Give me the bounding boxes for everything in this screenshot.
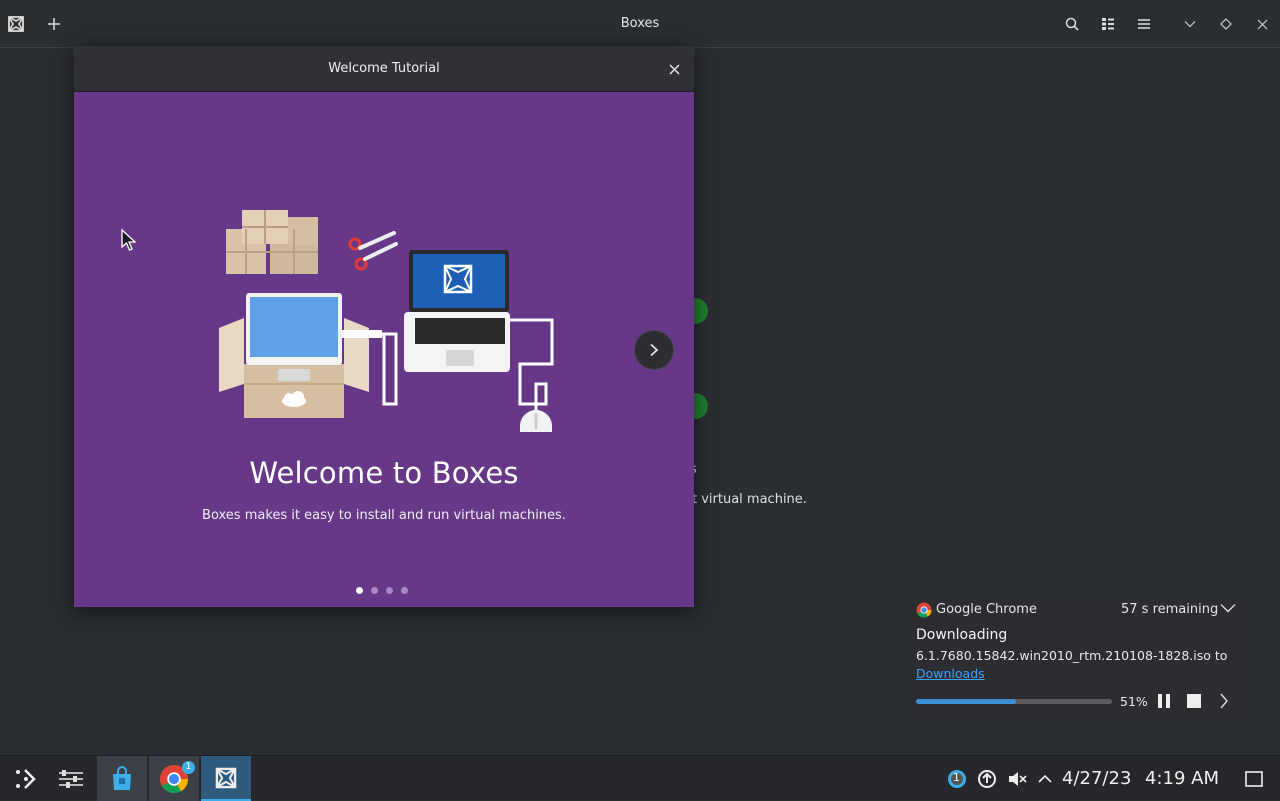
page-dot[interactable] — [386, 587, 393, 594]
vm-status-dot — [694, 393, 708, 419]
download-progress-bar — [916, 699, 1112, 704]
dialog-title: Welcome Tutorial — [328, 61, 440, 76]
clock-date[interactable]: 4/27/23 — [1062, 768, 1131, 789]
open-box-monitor-image — [219, 293, 382, 418]
chrome-taskbar-icon[interactable]: 1 — [149, 756, 199, 801]
tray-badge: 1 — [953, 771, 960, 784]
boxes-taskbar-icon[interactable] — [201, 756, 251, 801]
chevron-up-icon[interactable] — [1034, 768, 1056, 790]
page-dot[interactable] — [356, 587, 363, 594]
page-dot[interactable] — [371, 587, 378, 594]
view-toggle-icon[interactable] — [1094, 10, 1122, 38]
notification-badge: 1 — [182, 761, 195, 774]
download-notification[interactable]: Google Chrome 57 s remaining Downloading… — [906, 596, 1244, 722]
search-icon[interactable] — [1058, 10, 1086, 38]
welcome-subtitle: Boxes makes it easy to install and run v… — [202, 508, 566, 523]
progress-fill — [916, 699, 1016, 704]
welcome-heading: Welcome to Boxes — [249, 456, 519, 490]
empty-state-text: t virtual machine. — [692, 492, 807, 507]
app-header: Boxes — [0, 0, 1280, 48]
vm-status-dot — [694, 298, 708, 324]
notifications-tray-icon[interactable]: 1 — [946, 768, 968, 790]
scissors-image — [348, 231, 398, 271]
page-indicator — [356, 587, 408, 594]
show-desktop-icon[interactable] — [1243, 768, 1265, 790]
time-remaining: 57 s remaining — [1121, 602, 1219, 617]
next-page-button[interactable] — [634, 330, 674, 370]
mouse-cursor-icon — [121, 228, 136, 251]
page-dot[interactable] — [401, 587, 408, 594]
welcome-illustration — [219, 210, 554, 432]
application-launcher-icon[interactable] — [0, 756, 50, 801]
cardboard-boxes-image — [226, 210, 318, 274]
progress-percent: 51% — [1120, 694, 1148, 709]
dialog-header: Welcome Tutorial — [74, 46, 694, 92]
clock-time[interactable]: 4:19 AM — [1145, 768, 1219, 789]
download-filename: 6.1.7680.15842.win2010_rtm.210108-1828.i… — [916, 648, 1228, 663]
updates-icon[interactable] — [976, 768, 998, 790]
notification-app-name: Google Chrome — [936, 602, 1037, 617]
maximize-icon[interactable] — [1212, 10, 1240, 38]
chevron-down-icon[interactable] — [1220, 598, 1236, 617]
close-icon[interactable] — [662, 57, 686, 81]
download-heading: Downloading — [916, 627, 1008, 643]
app-title: Boxes — [620, 16, 660, 31]
discover-store-icon[interactable] — [97, 756, 147, 801]
close-window-icon[interactable] — [1248, 10, 1276, 38]
downloads-folder-link[interactable]: Downloads — [916, 666, 985, 681]
hamburger-menu-icon[interactable] — [1130, 10, 1158, 38]
stop-icon[interactable] — [1184, 691, 1204, 711]
chrome-logo-icon — [916, 602, 932, 618]
chevron-right-icon[interactable] — [1214, 691, 1234, 711]
laptop-image — [404, 250, 510, 372]
minimize-icon[interactable] — [1176, 10, 1204, 38]
welcome-tutorial-dialog: Welcome Tutorial Welcome to Boxes Boxes … — [74, 46, 694, 607]
settings-sliders-icon[interactable] — [46, 756, 96, 801]
pause-icon[interactable] — [1154, 691, 1174, 711]
taskbar: 1 1 4/27/23 4:19 AM — [0, 755, 1280, 801]
volume-muted-icon[interactable] — [1006, 768, 1028, 790]
